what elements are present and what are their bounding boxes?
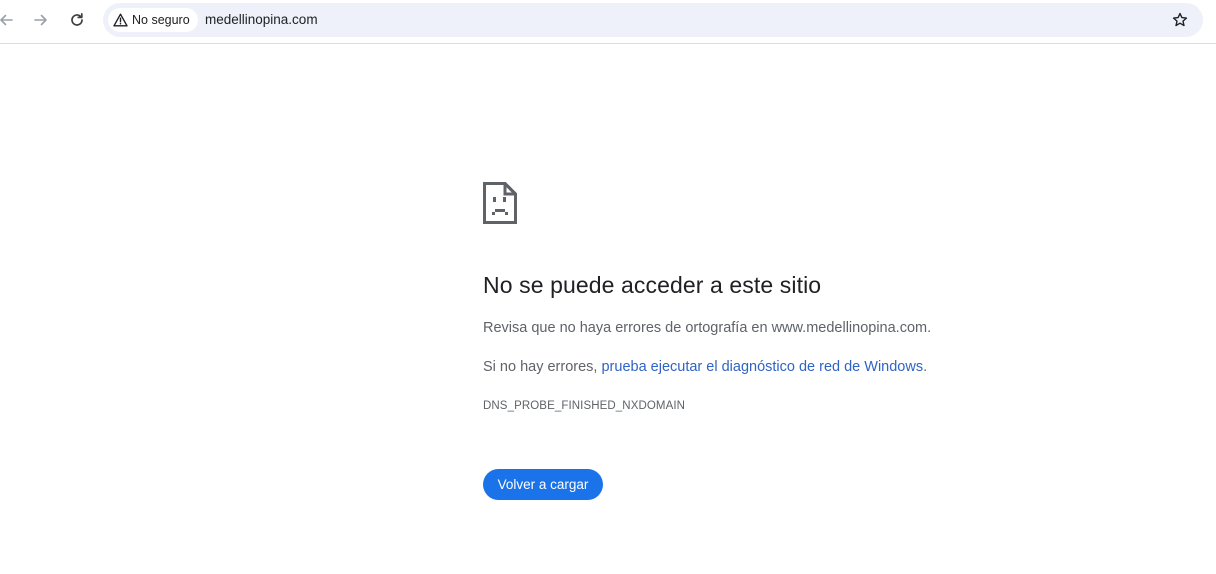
security-chip-label: No seguro (132, 13, 190, 27)
url-text[interactable]: medellinopina.com (205, 12, 318, 27)
address-bar[interactable]: No seguro medellinopina.com (103, 3, 1203, 37)
back-button[interactable] (0, 6, 20, 34)
diagnostics-suffix: . (923, 359, 928, 375)
error-suggestion-diagnostics: Si no hay errores, prueba ejecutar el di… (483, 359, 927, 375)
reload-page-button[interactable]: Volver a cargar (483, 469, 603, 500)
bookmark-button[interactable] (1169, 9, 1191, 31)
error-code: DNS_PROBE_FINISHED_NXDOMAIN (483, 400, 686, 412)
error-suggestion-spelling: Revisa que no haya errores de ortografía… (483, 320, 932, 336)
arrow-left-icon (0, 14, 13, 26)
star-outline-icon (1172, 12, 1188, 27)
diagnostics-link[interactable]: prueba ejecutar el diagnóstico de red de… (601, 359, 923, 375)
forward-button[interactable] (27, 6, 55, 34)
error-title: No se puede acceder a este sitio (483, 272, 822, 298)
sad-page-icon (483, 182, 517, 224)
browser-toolbar: No seguro medellinopina.com (0, 0, 1216, 44)
arrow-right-icon (34, 14, 47, 26)
diagnostics-prefix: Si no hay errores, (483, 359, 602, 375)
warning-triangle-icon (113, 13, 128, 27)
reload-button-toolbar[interactable] (63, 6, 91, 34)
security-chip[interactable]: No seguro (108, 8, 198, 32)
reload-icon (71, 12, 83, 26)
